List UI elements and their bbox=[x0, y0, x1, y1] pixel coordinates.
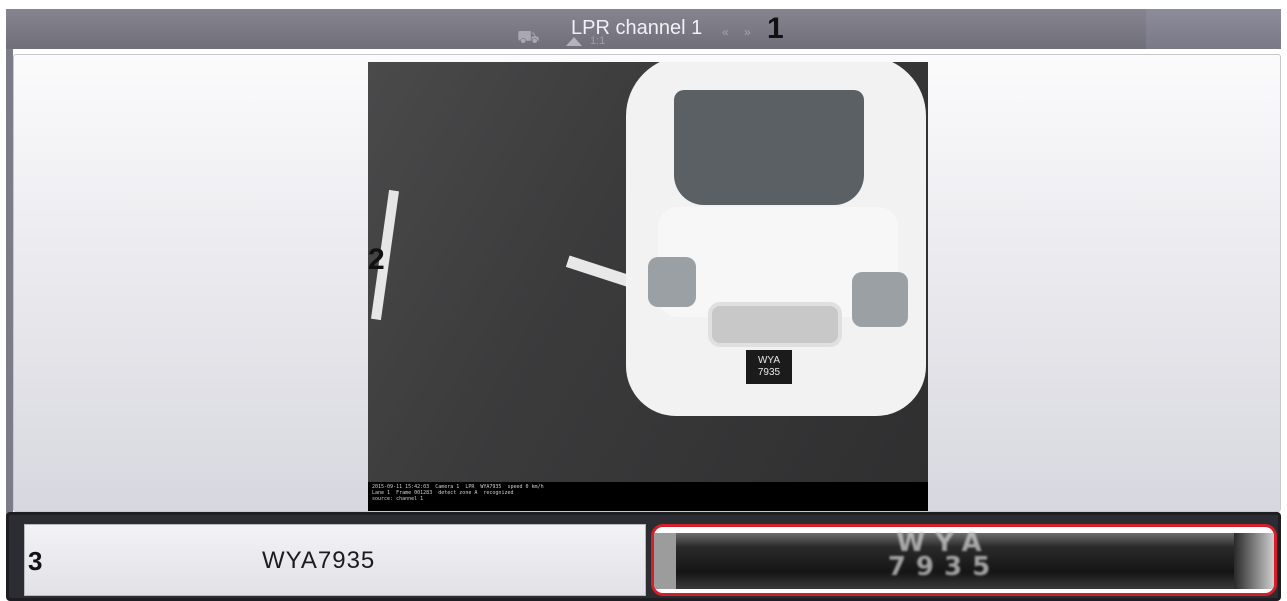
previous-control[interactable]: « bbox=[722, 25, 729, 39]
plate-crop-text: WYA 7935 bbox=[887, 528, 1001, 582]
car-headlight-right bbox=[852, 272, 908, 327]
annotation-marker-2: 2 bbox=[368, 243, 385, 276]
annotation-marker-1: 1 bbox=[767, 12, 784, 45]
plate-crop-image[interactable]: WYA 7935 bbox=[651, 524, 1277, 596]
window-left-edge bbox=[6, 49, 13, 519]
next-control[interactable]: » bbox=[744, 25, 751, 39]
camera-icon[interactable]: ⛟ bbox=[517, 27, 551, 47]
plate-crop-edge-left bbox=[654, 533, 676, 589]
annotation-marker-3: 3 bbox=[28, 546, 43, 576]
channel-number: 1 bbox=[691, 17, 703, 39]
car-headlight-left bbox=[648, 257, 696, 307]
car-windshield bbox=[674, 90, 864, 205]
channel-header: ⛟ 1:1 LPR channel 1 « » bbox=[6, 9, 1281, 49]
car-grille bbox=[708, 302, 842, 347]
car-license-plate: WYA 7935 bbox=[746, 350, 792, 384]
channel-title: LPR channel 1 bbox=[571, 17, 702, 40]
plate-crop-edge-right bbox=[1234, 533, 1274, 589]
video-frame[interactable]: WYA 7935 2015-09-11 15:42:03 Camera 1 LP… bbox=[368, 62, 928, 511]
plate-number-text: WYA7935 bbox=[262, 547, 376, 574]
channel-title-text: LPR channel bbox=[571, 17, 686, 39]
video-info-overlay: 2015-09-11 15:42:03 Camera 1 LPR WYA7935… bbox=[368, 482, 928, 511]
